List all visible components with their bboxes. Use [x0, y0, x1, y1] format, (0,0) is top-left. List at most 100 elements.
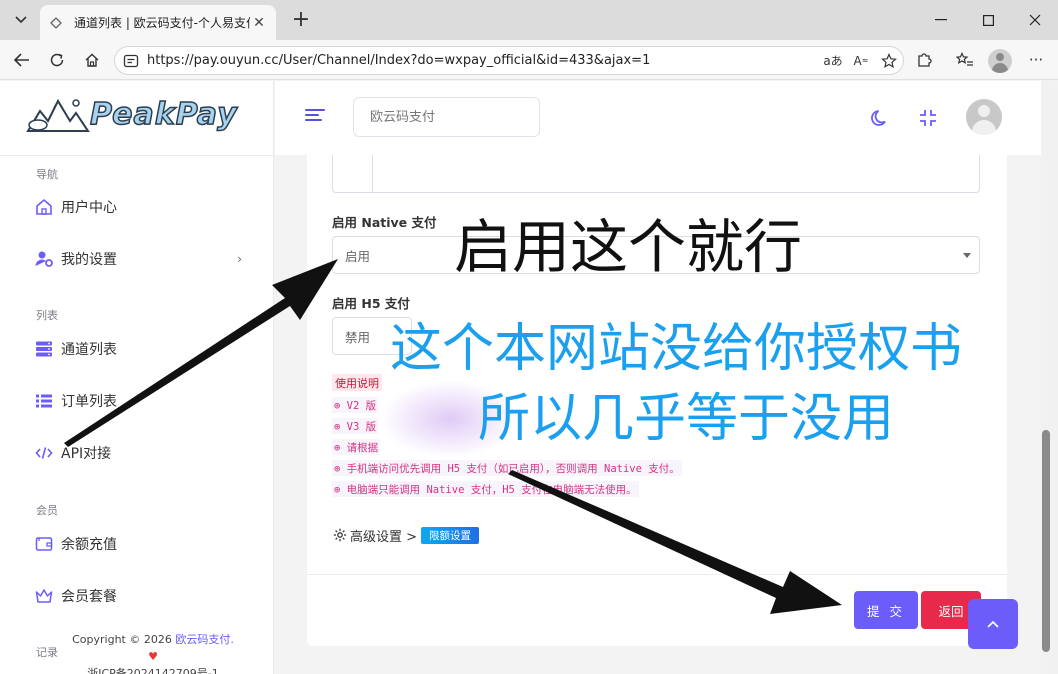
url-text: https://pay.ouyun.cc/User/Channel/Index?…	[147, 53, 651, 68]
close-icon	[1029, 14, 1041, 26]
favorites-button[interactable]	[951, 47, 979, 73]
usage-title: 使用说明	[332, 374, 382, 391]
logo[interactable]: PeakPay	[26, 95, 246, 145]
back-button[interactable]	[8, 47, 36, 73]
channel-config-card: 启用 Native 支付 启用 启用 H5 支付 禁用 使用说明 ⊕ V2 版 …	[307, 155, 1007, 646]
window-maximize-button[interactable]	[968, 6, 1008, 34]
limit-settings-badge[interactable]: 限额设置	[421, 526, 480, 544]
sidebar-item-recharge[interactable]: 余额充值	[34, 530, 254, 558]
puzzle-icon	[918, 53, 932, 67]
menu-section-member: 会员	[36, 504, 58, 517]
sidebar-item-channel-list[interactable]: 通道列表	[34, 335, 254, 363]
advanced-settings-label: 高级设置 >	[350, 529, 418, 545]
chevron-right-icon: ›	[237, 252, 242, 266]
favorite-star-icon[interactable]	[875, 51, 903, 71]
advanced-settings-row[interactable]: 高级设置 > 限额设置	[332, 524, 480, 546]
text-size-icon[interactable]: A ≈	[847, 51, 875, 71]
tab-favicon-icon	[48, 15, 64, 31]
arrow-left-icon	[14, 53, 29, 67]
usage-line: ⊕ 请根据	[332, 439, 381, 455]
window-close-button[interactable]	[1015, 6, 1055, 34]
tab-list-button[interactable]	[8, 8, 34, 32]
menu-section-nav: 导航	[36, 168, 58, 181]
browser-tab[interactable]: 通道列表 | 欧云码支付-个人易支付 ✕	[40, 5, 276, 40]
tab-title: 通道列表 | 欧云码支付-个人易支付	[74, 16, 250, 30]
window-minimize-button[interactable]	[921, 6, 961, 34]
new-tab-button[interactable]: +	[288, 8, 314, 32]
copyright-brand-link[interactable]: 欧云码支付.	[175, 633, 234, 646]
sidebar-item-label: 用户中心	[61, 200, 117, 216]
sidebar-divider	[0, 155, 274, 156]
sidebar-item-label: 通道列表	[61, 342, 117, 358]
favorites-list-icon	[956, 52, 973, 66]
topbar	[275, 81, 1041, 155]
h5-pay-select[interactable]: 禁用	[332, 317, 412, 355]
crown-icon	[34, 586, 54, 606]
native-pay-value: 启用	[345, 248, 371, 264]
url-bar[interactable]: https://pay.ouyun.cc/User/Channel/Index?…	[114, 46, 904, 75]
sidebar-item-api[interactable]: API对接	[34, 439, 254, 467]
page-scrollbar-thumb[interactable]	[1042, 430, 1050, 652]
search-input[interactable]	[370, 109, 540, 125]
usage-line: ⊕ V3 版	[332, 418, 379, 434]
sidebar: PeakPay 导航 用户中心 我的设置 › 列表 通道列表 订单列表 API对…	[0, 81, 274, 674]
card-footer-divider	[307, 574, 1007, 575]
h5-pay-value: 禁用	[345, 329, 371, 345]
sidebar-item-label: 会员套餐	[61, 589, 117, 605]
user-avatar[interactable]	[966, 99, 1002, 135]
gear-icon	[332, 527, 348, 543]
user-gear-icon	[34, 249, 54, 269]
browser-menu-button[interactable]: ···	[1022, 47, 1050, 73]
dark-mode-toggle[interactable]	[867, 105, 893, 131]
browser-profile-avatar[interactable]	[988, 49, 1012, 73]
collapse-icon	[920, 110, 936, 126]
minimize-icon	[935, 19, 947, 21]
moon-icon	[871, 110, 886, 126]
native-pay-select[interactable]: 启用	[332, 236, 980, 274]
sidebar-item-my-settings[interactable]: 我的设置 ›	[34, 245, 254, 273]
home-icon	[34, 197, 54, 217]
scroll-to-top-button[interactable]	[968, 599, 1018, 649]
usage-line: ⊕ 手机端访问优先调用 H5 支付（如已启用），否则调用 Native 支付。	[332, 460, 682, 476]
menu-section-list: 列表	[36, 309, 58, 322]
sidebar-item-label: 订单列表	[61, 394, 117, 410]
logo-text: PeakPay	[89, 96, 238, 133]
browser-address-bar: https://pay.ouyun.cc/User/Channel/Index?…	[0, 40, 1058, 80]
server-icon	[34, 339, 54, 359]
refresh-icon	[50, 53, 64, 67]
menu-section-record: 记录	[36, 646, 58, 659]
mountain-logo-icon	[26, 98, 90, 132]
sidebar-item-order-list[interactable]: 订单列表	[34, 387, 254, 415]
sidebar-item-user-center[interactable]: 用户中心	[34, 193, 254, 221]
copyright-prefix: Copyright © 2026	[72, 633, 176, 646]
list-icon	[34, 391, 54, 411]
copyright: Copyright © 2026 欧云码支付. ♥ 浙ICP备202414270…	[68, 631, 238, 674]
native-pay-label: 启用 Native 支付	[332, 215, 437, 230]
h5-pay-label: 启用 H5 支付	[332, 296, 410, 311]
heart-icon: ♥	[148, 650, 158, 663]
caret-down-icon	[963, 253, 971, 258]
extensions-button[interactable]	[910, 47, 938, 73]
search-box	[353, 97, 540, 137]
sidebar-item-label: API对接	[61, 446, 112, 462]
config-textarea[interactable]	[332, 155, 980, 193]
home-button[interactable]	[78, 47, 106, 73]
code-icon	[34, 443, 54, 463]
icp-record[interactable]: 浙ICP备2024142709号-1	[68, 665, 238, 674]
refresh-button[interactable]	[43, 47, 71, 73]
sidebar-item-package[interactable]: 会员套餐	[34, 582, 254, 610]
home-icon	[85, 53, 99, 67]
submit-button[interactable]: 提 交	[854, 591, 918, 629]
tab-close-icon[interactable]: ✕	[250, 14, 268, 32]
site-info-icon[interactable]	[121, 51, 141, 71]
usage-line: ⊕ 电脑端只能调用 Native 支付，H5 支付在电脑端无法使用。	[332, 481, 639, 497]
read-aloud-icon[interactable]: aあ	[819, 51, 847, 71]
menu-toggle-icon[interactable]	[305, 109, 325, 125]
chevron-down-icon	[15, 16, 27, 24]
usage-line: ⊕ V2 版	[332, 397, 379, 413]
chevron-up-icon	[987, 620, 999, 628]
wallet-icon	[34, 534, 54, 554]
fullscreen-toggle[interactable]	[915, 105, 941, 131]
browser-tab-bar: 通道列表 | 欧云码支付-个人易支付 ✕ +	[0, 0, 1058, 40]
sidebar-item-label: 我的设置	[61, 252, 117, 268]
